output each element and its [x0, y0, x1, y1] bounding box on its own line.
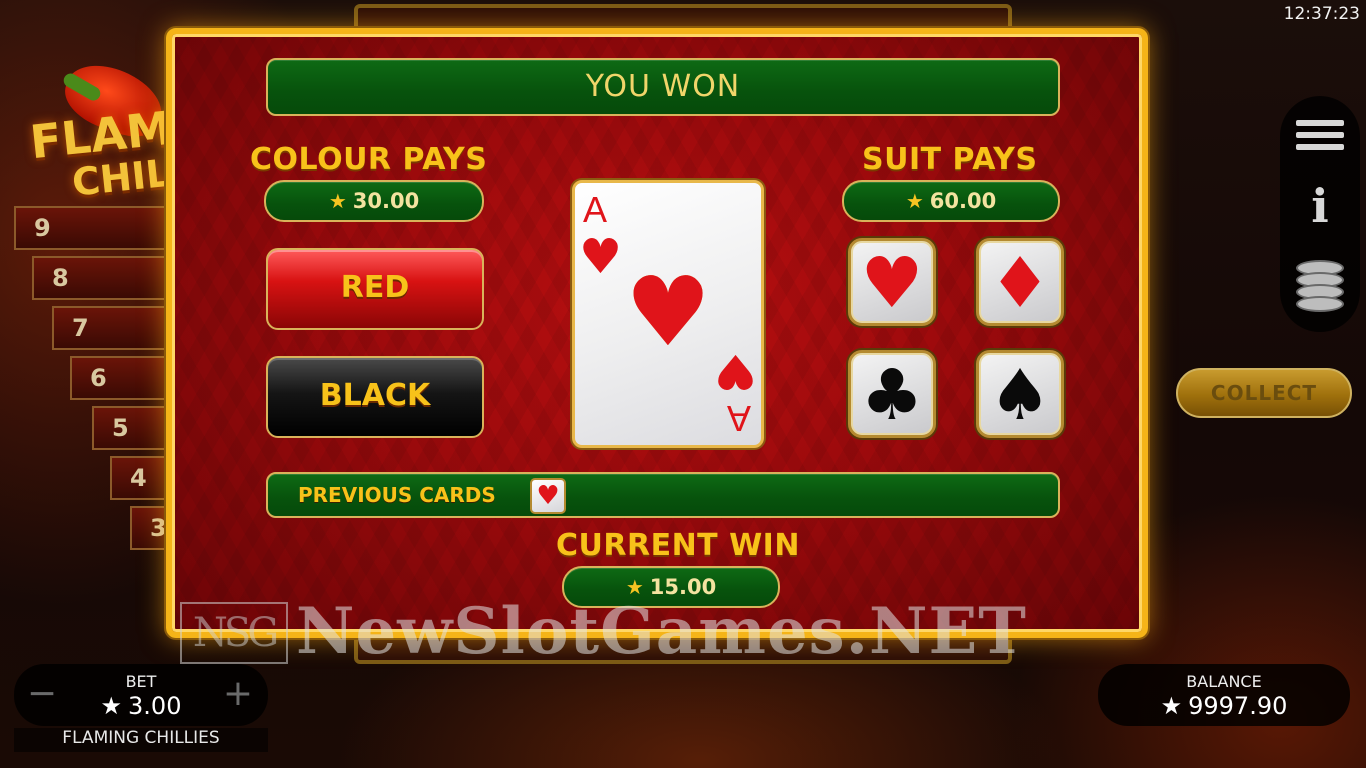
star-icon: ★ — [1160, 692, 1183, 720]
colour-pays-heading: COLOUR PAYS — [250, 142, 488, 177]
clubs-button[interactable]: ♣ — [848, 350, 936, 438]
card-rank-bottom: A — [726, 398, 751, 439]
colour-pays-value-box: ★ 30.00 — [264, 180, 484, 222]
spades-button[interactable]: ♠ — [976, 350, 1064, 438]
black-button-label: BLACK — [319, 378, 431, 413]
payline-marker: 9 — [14, 206, 184, 250]
diamond-icon: ♦ — [988, 242, 1052, 324]
collect-button-label: COLLECT — [1210, 381, 1318, 405]
red-button-label: RED — [340, 270, 410, 305]
suit-pays-value-row: ★ 60.00 — [844, 182, 1058, 220]
game-name: FLAMING CHILLIES — [14, 728, 268, 752]
suit-pays-heading: SUIT PAYS — [862, 142, 1038, 177]
suit-pays-value: 60.00 — [929, 189, 997, 213]
result-banner: YOU WON — [266, 58, 1060, 116]
colour-pays-value-row: ★ 30.00 — [266, 182, 482, 220]
diamonds-button[interactable]: ♦ — [976, 238, 1064, 326]
star-icon: ★ — [100, 692, 123, 720]
balance-value: 9997.90 — [1188, 692, 1288, 720]
heart-icon: ♥ — [579, 229, 623, 285]
previous-cards-label: PREVIOUS CARDS — [298, 483, 496, 507]
gamble-card: A ♥ ♥ ♥ A — [572, 180, 764, 448]
side-menu: i — [1280, 96, 1360, 332]
current-win-value-row: ★ 15.00 — [564, 568, 778, 606]
black-button[interactable]: BLACK — [266, 356, 484, 438]
gamble-panel: YOU WON COLOUR PAYS ★ 30.00 RED BLACK A ♥… — [166, 28, 1148, 638]
star-icon: ★ — [625, 575, 644, 599]
star-icon: ★ — [328, 189, 347, 213]
colour-pays-value: 30.00 — [352, 189, 420, 213]
bet-increase-button[interactable]: + — [220, 674, 256, 714]
hearts-button[interactable]: ♥ — [848, 238, 936, 326]
previous-card-heart-icon: ♥ — [530, 478, 566, 514]
heart-icon: ♥ — [713, 343, 757, 399]
card-rank-top: A — [583, 189, 608, 230]
info-icon[interactable]: i — [1296, 180, 1344, 232]
collect-button[interactable]: COLLECT — [1176, 368, 1352, 418]
heart-icon: ♥ — [624, 256, 712, 369]
balance-display: BALANCE ★ 9997.90 — [1098, 664, 1350, 726]
current-win-value: 15.00 — [649, 575, 717, 599]
current-win-heading: CURRENT WIN — [556, 528, 800, 563]
bet-control: − BET ★ 3.00 + — [14, 664, 268, 726]
red-button[interactable]: RED — [266, 248, 484, 330]
balance-value-row: ★ 9997.90 — [1098, 692, 1350, 720]
current-win-value-box: ★ 15.00 — [562, 566, 780, 608]
clock-time: 12:37:23 — [1283, 4, 1360, 24]
hamburger-menu-icon[interactable] — [1296, 120, 1344, 156]
bet-value: 3.00 — [128, 692, 182, 720]
game-logo: FLAM CHILI — [24, 40, 186, 205]
balance-label: BALANCE — [1186, 672, 1262, 691]
suit-pays-value-box: ★ 60.00 — [842, 180, 1060, 222]
star-icon: ★ — [905, 189, 924, 213]
previous-cards-bar: PREVIOUS CARDS ♥ — [266, 472, 1060, 518]
spade-icon: ♠ — [988, 354, 1052, 436]
coins-stack-icon[interactable] — [1296, 260, 1344, 316]
result-banner-text: YOU WON — [585, 69, 741, 104]
club-icon: ♣ — [860, 354, 924, 436]
heart-icon: ♥ — [860, 242, 924, 324]
